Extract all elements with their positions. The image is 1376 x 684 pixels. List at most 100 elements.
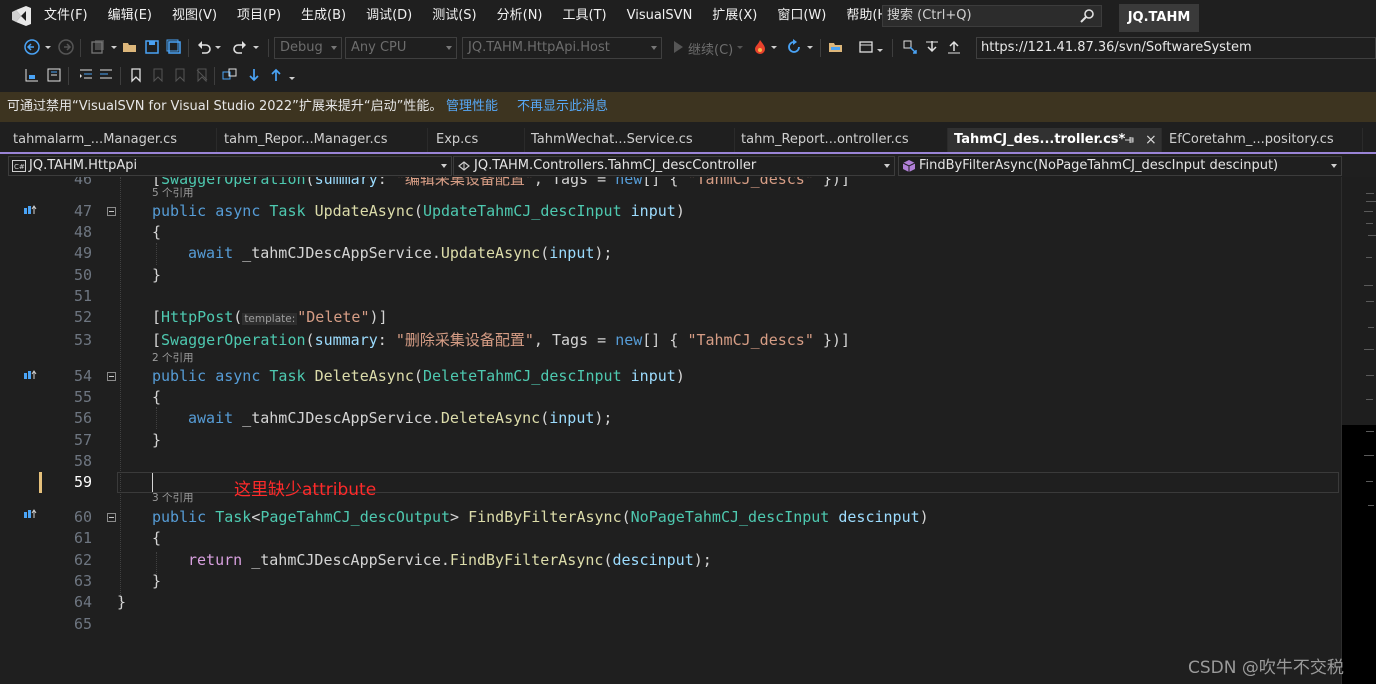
navigate-forward-icon[interactable] [58, 39, 74, 55]
chevron-down-icon[interactable] [288, 67, 296, 83]
solution-name-badge[interactable]: JQ.TAHM [1119, 4, 1199, 32]
code-line-59: 59 [73, 473, 92, 491]
hot-reload-icon[interactable] [752, 39, 768, 55]
toolbar-separator [214, 67, 215, 85]
chevron-down-icon[interactable] [770, 39, 778, 55]
open-folder-icon[interactable] [122, 39, 138, 55]
vertical-scrollbar-map[interactable] [1341, 177, 1376, 684]
code-line-61: 61 { [73, 529, 162, 547]
toolbar-separator [188, 39, 189, 57]
menu-extensions[interactable]: 扩展(X) [702, 0, 767, 32]
arrow-up-icon[interactable] [268, 67, 284, 83]
chevron-down-icon[interactable] [252, 39, 260, 55]
parameter-info-icon[interactable] [46, 67, 62, 83]
pin-icon[interactable] [1124, 135, 1134, 145]
menu-build[interactable]: 生成(B) [291, 0, 356, 32]
menu-edit[interactable]: 编辑(E) [98, 0, 162, 32]
chevron-down-icon[interactable] [44, 39, 52, 55]
dont-show-again-link[interactable]: 不再显示此消息 [517, 92, 608, 122]
svg-text:C#: C# [14, 163, 25, 171]
visual-studio-logo-icon[interactable] [10, 6, 32, 26]
solution-platform-select[interactable]: Any CPU [345, 37, 457, 59]
menu-analyze[interactable]: 分析(N) [487, 0, 553, 32]
codelens-references[interactable]: 2 个引用 [152, 351, 194, 365]
tab-efcoretahm-repository[interactable]: EfCoretahm_...pository.cs [1163, 128, 1363, 152]
chevron-down-icon[interactable] [214, 39, 222, 55]
menu-project[interactable]: 项目(P) [227, 0, 291, 32]
svn-update-icon[interactable] [924, 39, 940, 55]
code-line-63: 63 } [73, 572, 162, 590]
solution-configuration-select[interactable]: Debug [274, 37, 342, 59]
toolbar-separator [820, 39, 821, 57]
svn-url-input[interactable]: https://121.41.87.36/svn/SoftwareSystem [976, 37, 1376, 59]
tab-tahmwechat-service[interactable]: TahmWechat...Service.cs [525, 128, 735, 152]
menu-view[interactable]: 视图(V) [162, 0, 227, 32]
outdent-icon[interactable] [78, 67, 94, 83]
member-dropdown[interactable]: FindByFilterAsync(NoPageTahmCJ_descInput… [898, 156, 1342, 176]
toolbar-separator [80, 39, 81, 57]
quick-info-icon[interactable] [24, 67, 40, 83]
tab-tahmalarm-manager[interactable]: tahmalarm_...Manager.cs [7, 128, 217, 152]
code-line-54: 54 public async Task DeleteAsync(DeleteT… [73, 367, 685, 385]
code-line-51: 51 [73, 287, 92, 305]
new-project-icon[interactable] [90, 39, 106, 55]
close-icon[interactable]: × [1145, 128, 1157, 152]
svn-commit-icon[interactable] [902, 39, 918, 55]
refresh-icon[interactable] [786, 39, 802, 55]
code-editor[interactable]: 46 [SwaggerOperation(summary: "编辑采集设备配置"… [0, 177, 1340, 684]
codelens-references[interactable]: 5 个引用 [152, 186, 194, 200]
csdn-watermark: CSDN @吹牛不交税 [1188, 658, 1344, 678]
code-line-49: 49 await _tahmCJDescAppService.UpdateAsy… [73, 244, 613, 262]
navigate-back-icon[interactable] [24, 39, 40, 55]
menu-window[interactable]: 窗口(W) [767, 0, 836, 32]
chevron-down-icon[interactable] [736, 39, 744, 55]
arrow-down-icon[interactable] [246, 67, 262, 83]
save-all-icon[interactable] [166, 39, 182, 55]
previous-bookmark-icon[interactable] [150, 67, 166, 83]
code-line-57: 57 } [73, 431, 162, 449]
chevron-down-icon[interactable] [876, 39, 884, 55]
text-caret [152, 473, 153, 492]
code-line-55: 55 { [73, 388, 162, 406]
undo-icon[interactable] [196, 39, 212, 55]
code-line-58: 58 [73, 452, 92, 470]
chevron-down-icon[interactable] [110, 39, 118, 55]
search-input[interactable]: 搜索 (Ctrl+Q) [882, 5, 1102, 27]
folder-view-icon[interactable] [828, 39, 844, 55]
redo-icon[interactable] [232, 39, 248, 55]
bookmark-icon[interactable] [128, 67, 144, 83]
svn-diff-icon[interactable] [222, 67, 238, 83]
minimap-viewport[interactable] [1342, 425, 1376, 684]
project-dropdown[interactable]: C# JQ.TAHM.HttpApi [8, 156, 452, 176]
continue-play-icon[interactable] [670, 39, 686, 55]
svn-upload-icon[interactable] [946, 39, 962, 55]
code-line-53: 53 [SwaggerOperation(summary: "删除采集设备配置"… [73, 331, 850, 349]
toolbar-separator [892, 39, 893, 57]
class-dropdown[interactable]: JQ.TAHM.Controllers.TahmCJ_descControlle… [453, 156, 895, 176]
codelens-references[interactable]: 3 个引用 [152, 491, 194, 505]
indent-icon[interactable] [98, 67, 114, 83]
code-line-64: 64 } [73, 593, 127, 611]
code-line-60: 60 public Task<PageTahmCJ_descOutput> Fi… [73, 508, 929, 526]
tab-tahm-report-manager[interactable]: tahm_Repor...Manager.cs [218, 128, 428, 152]
navigation-bar: C# JQ.TAHM.HttpApi JQ.TAHM.Controllers.T… [0, 155, 1376, 177]
clear-bookmarks-icon[interactable] [194, 67, 210, 83]
tab-tahmcj-desc-controller[interactable]: TahmCJ_des...troller.cs* × [948, 128, 1162, 152]
manage-performance-link[interactable]: 管理性能 [446, 92, 498, 122]
code-line-56: 56 await _tahmCJDescAppService.DeleteAsy… [73, 409, 613, 427]
code-line-62: 62 return _tahmCJDescAppService.FindByFi… [73, 551, 712, 569]
menu-visualsvn[interactable]: VisualSVN [617, 0, 703, 32]
save-icon[interactable] [144, 39, 160, 55]
chevron-down-icon[interactable] [806, 39, 814, 55]
document-tabs: tahmalarm_...Manager.cs tahm_Repor...Man… [0, 128, 1376, 154]
tab-tahm-report-controller[interactable]: tahm_Report...ontroller.cs [735, 128, 948, 152]
continue-button[interactable]: 继续(C) [688, 39, 733, 58]
tab-exp[interactable]: Exp.cs [430, 128, 525, 152]
startup-project-select[interactable]: JQ.TAHM.HttpApi.Host [462, 37, 662, 59]
menu-file[interactable]: 文件(F) [44, 0, 98, 32]
menu-debug[interactable]: 调试(D) [356, 0, 422, 32]
menu-tools[interactable]: 工具(T) [553, 0, 617, 32]
layout-window-icon[interactable] [858, 39, 874, 55]
menu-test[interactable]: 测试(S) [422, 0, 486, 32]
next-bookmark-icon[interactable] [172, 67, 188, 83]
